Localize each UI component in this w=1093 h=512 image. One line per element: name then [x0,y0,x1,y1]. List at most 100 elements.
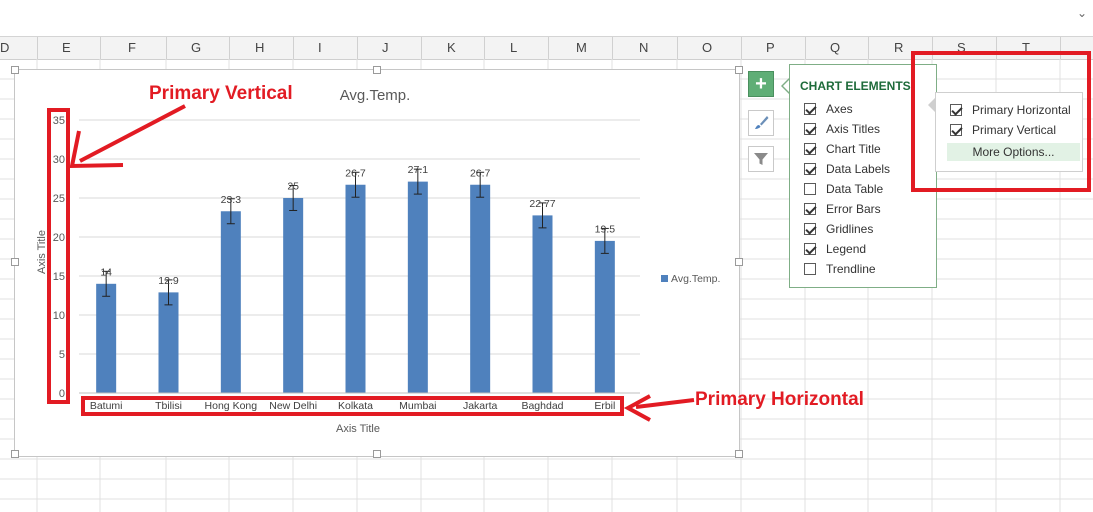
data-label: 19.5 [595,223,616,235]
chart-element-gridlines[interactable]: Gridlines [804,220,873,238]
chart-element-trendline[interactable]: Trendline [804,260,876,278]
bar[interactable] [594,240,615,393]
column-divider [357,37,358,59]
data-label: 23.3 [221,194,242,206]
column-letter-p[interactable]: P [766,40,775,55]
bar[interactable] [532,215,553,393]
checkbox[interactable] [804,123,816,135]
filter-icon [754,153,768,165]
chevron-down-icon[interactable]: ⌄ [1077,6,1087,20]
annotation-primary-vertical: Primary Vertical [149,83,293,104]
column-letter-k[interactable]: K [447,40,456,55]
chart-styles-button[interactable] [748,110,774,136]
resize-handle[interactable] [11,66,19,74]
data-label: 26.7 [345,167,366,179]
chart-element-error-bars[interactable]: Error Bars [804,200,881,218]
column-divider [484,37,485,59]
resize-handle[interactable] [735,258,743,266]
chart-elements-button[interactable]: + [748,71,774,97]
chart-title[interactable]: Avg.Temp. [340,87,411,104]
brush-icon [755,116,769,129]
column-divider [421,37,422,59]
column-letter-e[interactable]: E [62,40,71,55]
legend-swatch [661,275,668,282]
chart-element-label: Chart Title [826,142,881,156]
chart-element-data-table[interactable]: Data Table [804,180,883,198]
resize-handle[interactable] [11,450,19,458]
chart-element-axes[interactable]: Axes [804,100,853,118]
column-divider [166,37,167,59]
bar[interactable] [470,184,491,393]
checkbox[interactable] [804,203,816,215]
column-divider [229,37,230,59]
column-divider [293,37,294,59]
column-divider [868,37,869,59]
column-letter-m[interactable]: M [576,40,587,55]
resize-handle[interactable] [735,66,743,74]
resize-handle[interactable] [11,258,19,266]
bar[interactable] [158,292,179,393]
annotation-primary-horizontal: Primary Horizontal [695,389,864,410]
formula-bar[interactable]: ⌄ [0,0,1093,37]
column-letter-l[interactable]: L [510,40,517,55]
checkbox[interactable] [804,183,816,195]
data-label: 25 [287,181,299,193]
data-label: 22.77 [529,198,555,210]
bar[interactable] [220,211,241,393]
panel-title: CHART ELEMENTS [800,79,911,93]
column-letter-q[interactable]: Q [830,40,840,55]
chart-element-chart-title[interactable]: Chart Title [804,140,881,158]
column-letter-j[interactable]: J [382,40,389,55]
annotation-box-horizontal-axis [81,396,624,416]
column-letter-r[interactable]: R [894,40,903,55]
column-divider [805,37,806,59]
chart-element-axis-titles[interactable]: Axis Titles [804,120,880,138]
column-letter-h[interactable]: H [255,40,264,55]
bar[interactable] [345,184,366,393]
column-divider [100,37,101,59]
chart-element-label: Axis Titles [826,122,881,136]
chart-element-label: Trendline [826,262,876,276]
resize-handle[interactable] [735,450,743,458]
data-label: 12.9 [158,275,179,287]
chart-element-label: Data Table [826,182,884,196]
checkbox[interactable] [804,143,816,155]
chart-element-label: Data Labels [826,162,891,176]
chart-filters-button[interactable] [748,146,774,172]
plus-icon: + [755,72,767,95]
column-divider [37,37,38,59]
checkbox[interactable] [804,103,816,115]
bar[interactable] [407,181,428,393]
checkbox[interactable] [804,223,816,235]
annotation-box-vertical-axis [47,108,70,404]
column-divider [677,37,678,59]
chart-element-label: Error Bars [826,202,881,216]
bar[interactable] [283,198,304,393]
column-letter-i[interactable]: I [318,40,322,55]
column-letter-d[interactable]: D [0,40,9,55]
chart-element-label: Gridlines [826,222,874,236]
checkbox[interactable] [804,263,816,275]
data-label: 14 [100,266,112,278]
column-letter-f[interactable]: F [128,40,136,55]
annotation-box-submenu [911,51,1091,192]
resize-handle[interactable] [373,66,381,74]
column-divider [548,37,549,59]
checkbox[interactable] [804,243,816,255]
bar[interactable] [96,283,117,393]
checkbox[interactable] [804,163,816,175]
chart-element-data-labels[interactable]: Data Labels [804,160,890,178]
column-divider [741,37,742,59]
column-divider [612,37,613,59]
chart-element-legend[interactable]: Legend [804,240,866,258]
chart-element-label: Legend [826,242,867,256]
legend-label[interactable]: Avg.Temp. [671,273,720,285]
resize-handle[interactable] [373,450,381,458]
column-letter-n[interactable]: N [639,40,648,55]
data-label: 26.7 [470,167,491,179]
data-label: 27.1 [408,164,429,176]
x-axis-title[interactable]: Axis Title [336,423,380,435]
chart-element-label: Axes [826,102,853,116]
column-letter-o[interactable]: O [702,40,712,55]
column-letter-g[interactable]: G [191,40,201,55]
